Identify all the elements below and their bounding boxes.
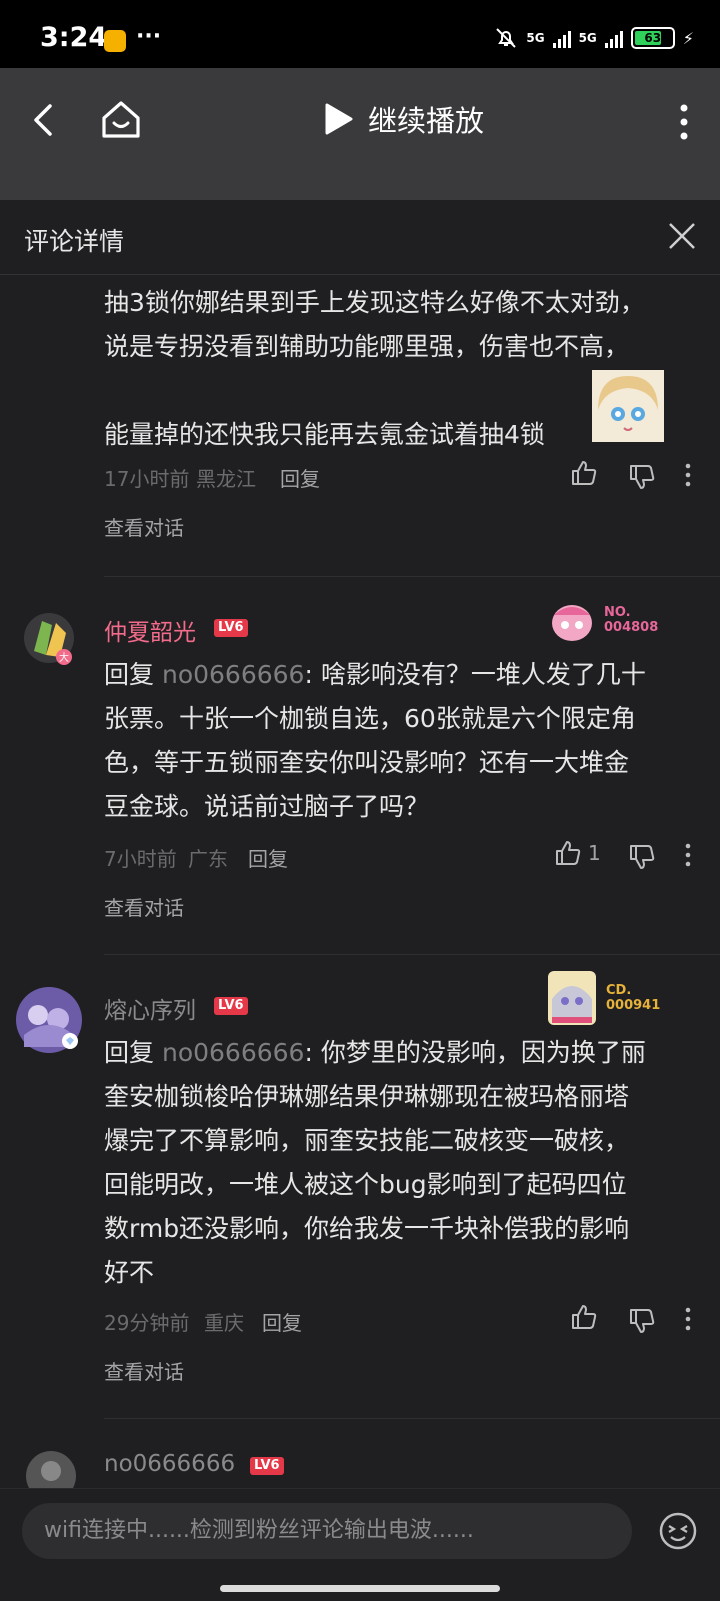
- comment-line: 说是专拐没看到辅助功能哪里强，伤害也不高，: [104, 332, 630, 361]
- reply-button[interactable]: 回复: [248, 843, 288, 872]
- battery-level: 63: [644, 31, 662, 45]
- username[interactable]: 仲夏韶光: [104, 613, 196, 647]
- reply-button[interactable]: 回复: [262, 1307, 302, 1336]
- network-label-1: 5G: [526, 31, 545, 45]
- reply-prefix: 回复: [104, 660, 155, 689]
- comment-line: 抽3锁你娜结果到手上发现这特么好像不太对劲，: [104, 288, 645, 317]
- thumbs-down-icon[interactable]: [628, 1307, 656, 1335]
- notification-icon: [104, 30, 126, 52]
- fan-badge-id: 004808: [604, 620, 659, 635]
- fan-badge-number: CD. 000941: [606, 983, 660, 1013]
- view-conversation-link[interactable]: 查看对话: [104, 892, 184, 921]
- reply-prefix: 回复: [104, 1038, 155, 1067]
- comment-line: 回复 no0666666: 你梦里的没影响，因为换了丽: [104, 1031, 704, 1075]
- comment-line: 豆金球。说话前过脑子了吗？: [104, 792, 430, 821]
- thumbs-up-icon[interactable]: [570, 459, 598, 487]
- fan-badge-image: [552, 605, 592, 641]
- like-count: 1: [588, 841, 601, 865]
- thumbs-down-icon[interactable]: [628, 463, 656, 491]
- fan-badge-prefix: NO.: [604, 605, 631, 620]
- emoji-icon[interactable]: [658, 1511, 698, 1551]
- comment-input[interactable]: wifi连接中......检测到粉丝评论输出电波......: [22, 1503, 632, 1559]
- comment-location: 重庆: [204, 1311, 244, 1335]
- comment-line: 好不: [104, 1258, 155, 1287]
- reply-button[interactable]: 回复: [280, 463, 320, 492]
- fan-badge-id: 000941: [606, 998, 661, 1013]
- reply-to-username[interactable]: no0666666: [162, 1038, 304, 1067]
- username[interactable]: 熔心序列: [104, 991, 196, 1025]
- comment-item: no0666666 LV6: [0, 1419, 720, 1488]
- more-notifications-icon: ···: [136, 24, 162, 49]
- top-nav-bar: 继续播放: [0, 68, 720, 200]
- comment-time: 7小时前: [104, 847, 177, 871]
- reply-to-username[interactable]: no0666666: [162, 660, 304, 689]
- thumbs-down-icon[interactable]: [628, 843, 656, 871]
- comment-item: 抽3锁你娜结果到手上发现这特么好像不太对劲， 说是专拐没看到辅助功能哪里强，伤害…: [0, 275, 720, 575]
- thumbs-up-icon[interactable]: [554, 839, 582, 867]
- comment-item: 大 仲夏韶光 LV6 NO. 004808 回复 no0666666: 啥影响没…: [0, 577, 720, 955]
- avatar[interactable]: [14, 985, 84, 1055]
- back-arrow-icon[interactable]: [24, 100, 64, 140]
- home-icon[interactable]: [98, 96, 144, 142]
- signal-icon: [604, 28, 623, 48]
- status-time: 3:24: [40, 22, 108, 53]
- fan-badge-prefix: CD.: [606, 983, 632, 998]
- view-conversation-link[interactable]: 查看对话: [104, 1356, 184, 1385]
- comment-line: 爆完了不算影响，丽奎安技能二破核变一破核，: [104, 1126, 630, 1155]
- more-icon[interactable]: [684, 1307, 692, 1331]
- comment-list[interactable]: 抽3锁你娜结果到手上发现这特么好像不太对劲， 说是专拐没看到辅助功能哪里强，伤害…: [0, 275, 720, 1488]
- sticker-image: [592, 370, 664, 442]
- level-badge: LV6: [250, 1457, 284, 1475]
- comment-detail-header: 评论详情: [0, 200, 720, 275]
- signal-icon: [552, 28, 571, 48]
- comment-line: 回能明改，一堆人被这个bug影响到了起码四位: [104, 1170, 627, 1199]
- thumbs-up-icon[interactable]: [570, 1303, 598, 1331]
- comment-line: 色，等于五锁丽奎安你叫没影响？还有一大堆金: [104, 748, 630, 777]
- close-icon[interactable]: [666, 220, 698, 252]
- comment-line: 数rmb还没影响，你给我发一千块补偿我的影响: [104, 1214, 630, 1243]
- battery-icon: 63: [630, 27, 675, 49]
- comment-line: 张票。十张一个枷锁自选，60张就是六个限定角: [104, 704, 636, 733]
- avatar[interactable]: [24, 1449, 78, 1488]
- continue-playback-button[interactable]: 继续播放: [324, 98, 484, 140]
- home-indicator[interactable]: [220, 1585, 500, 1592]
- level-badge: LV6: [214, 619, 248, 637]
- status-bar: 3:24 ··· 5G 5G 63 ⚡: [0, 0, 720, 68]
- svg-text:大: 大: [59, 651, 69, 664]
- fan-badge-number: NO. 004808: [604, 605, 658, 635]
- comment-line-rest: : 你梦里的没影响，因为换了丽: [304, 1038, 646, 1067]
- comment-time: 29分钟前: [104, 1311, 190, 1335]
- comment-text: 回复 no0666666: 啥影响没有？一堆人发了几十 张票。十张一个枷锁自选，…: [104, 653, 704, 829]
- comment-line: 回复 no0666666: 啥影响没有？一堆人发了几十: [104, 653, 704, 697]
- fan-badge-image: [548, 971, 596, 1025]
- network-label-2: 5G: [578, 31, 597, 45]
- view-conversation-link[interactable]: 查看对话: [104, 512, 184, 541]
- comment-detail-title: 评论详情: [24, 227, 125, 256]
- mute-icon: [496, 28, 517, 48]
- comment-input-bar: wifi连接中......检测到粉丝评论输出电波......: [0, 1488, 720, 1601]
- play-icon: [325, 103, 353, 135]
- comment-location: 黑龙江: [196, 467, 256, 491]
- comment-item: 熔心序列 LV6 CD. 000941 回复 no0666666: 你梦里的没影…: [0, 955, 720, 1417]
- comment-location: 广东: [188, 847, 228, 871]
- avatar[interactable]: 大: [22, 611, 76, 665]
- username[interactable]: no0666666: [104, 1451, 235, 1477]
- comment-line-rest: : 啥影响没有？一堆人发了几十: [304, 660, 646, 689]
- more-icon[interactable]: [684, 843, 692, 867]
- comment-time: 17小时前: [104, 467, 190, 491]
- more-options-icon[interactable]: [674, 102, 694, 142]
- charging-icon: ⚡: [682, 28, 694, 48]
- status-icons: 5G 5G 63 ⚡: [494, 26, 694, 50]
- comment-text: 回复 no0666666: 你梦里的没影响，因为换了丽 奎安枷锁梭哈伊琳娜结果伊…: [104, 1031, 704, 1295]
- level-badge: LV6: [214, 997, 248, 1015]
- comment-line: 奎安枷锁梭哈伊琳娜结果伊琳娜现在被玛格丽塔: [104, 1082, 630, 1111]
- more-icon[interactable]: [684, 463, 692, 487]
- continue-playback-label: 继续播放: [368, 104, 485, 138]
